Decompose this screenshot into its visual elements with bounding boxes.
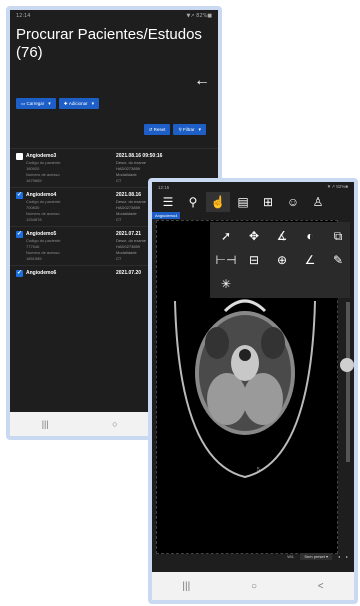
recents-icon[interactable]: ||| bbox=[182, 581, 190, 592]
android-navbar: ||| ○ < bbox=[152, 572, 354, 600]
status-time: 12:14 bbox=[16, 13, 31, 19]
angle-tool-icon[interactable]: ∡ bbox=[269, 225, 295, 247]
anatomy-icon[interactable]: ☺ bbox=[281, 192, 305, 212]
chevron-down-icon: ▾ bbox=[48, 100, 51, 107]
series-icon[interactable]: ▤ bbox=[231, 192, 255, 212]
contrast-icon[interactable]: ◐ bbox=[297, 225, 323, 247]
home-icon[interactable]: ○ bbox=[251, 581, 257, 592]
scale-marker: 5 bbox=[257, 467, 260, 473]
line-tool-icon[interactable]: ∠ bbox=[297, 249, 323, 271]
viewer-screen: 12:15 ▼↗ 82%■ ☰ ⚲ ☝ ▤ ⊞ ☺ ♙ 5 Angiodemo4… bbox=[152, 182, 354, 600]
pointer-hand-icon[interactable]: ☝ bbox=[206, 192, 230, 212]
scout-icon[interactable]: ⧉ bbox=[325, 225, 351, 247]
chevron-down-icon: ▾ bbox=[91, 100, 95, 107]
row-checkbox[interactable]: ✓ bbox=[16, 230, 23, 238]
action-buttons: ▭ Carregar ▾ ✚ Adicionar ▾ bbox=[10, 98, 105, 109]
ct-brain-scan-image bbox=[174, 299, 316, 479]
reset-button[interactable]: ↺ Reset bbox=[143, 124, 171, 135]
preset-label: W/L bbox=[287, 553, 295, 559]
home-icon[interactable]: ○ bbox=[112, 419, 117, 429]
filter-buttons: ↺ Reset ⚲ Filtrar ▾ bbox=[138, 124, 212, 135]
patient-name: Angiodemo4 bbox=[26, 192, 57, 198]
add-button[interactable]: ✚ Adicionar ▾ bbox=[58, 98, 100, 109]
load-button[interactable]: ▭ Carregar ▾ bbox=[16, 98, 56, 109]
tool-panel: ➚ ✥ ∡ ◐ ⧉ ⊢⊣ ⊟ ⊕ ∠ ✎ ✳ bbox=[210, 222, 350, 298]
mpr-icon[interactable]: ⊟ bbox=[241, 249, 267, 271]
reset-tools-icon[interactable]: ✳ bbox=[213, 273, 239, 295]
filter-button[interactable]: ⚲ Filtrar ▾ bbox=[173, 124, 206, 135]
layout-grid-icon[interactable]: ⊞ bbox=[256, 192, 280, 212]
status-icons: ▼↗ 82%■ bbox=[326, 184, 348, 189]
viewer-toolbar: ☰ ⚲ ☝ ▤ ⊞ ☺ ♙ bbox=[152, 192, 354, 212]
row-checkbox[interactable]: ✓ bbox=[16, 269, 23, 277]
dropper-icon[interactable]: ✎ bbox=[325, 249, 351, 271]
study-date: 2021.08.16 09:50:16 bbox=[116, 153, 163, 159]
recents-icon[interactable]: ||| bbox=[42, 419, 49, 429]
back-icon[interactable]: < bbox=[318, 581, 324, 592]
row-checkbox[interactable] bbox=[16, 152, 23, 160]
row-checkbox[interactable]: ✓ bbox=[16, 191, 23, 199]
prev-icon[interactable]: ◂ bbox=[338, 554, 340, 559]
status-bar: 12:14 ▼↗ 82%■ bbox=[10, 10, 218, 22]
zoom-icon[interactable]: ⚲ bbox=[181, 192, 205, 212]
patient-name: Angiodemo5 bbox=[26, 231, 57, 237]
status-icons: ▼↗ 82%■ bbox=[186, 13, 212, 19]
chevron-down-icon: ▾ bbox=[198, 126, 201, 133]
patient-name: Angiodemo6 bbox=[26, 270, 57, 276]
length-measure-icon[interactable]: ⊢⊣ bbox=[213, 249, 239, 271]
page-title: Procurar Pacientes/Estudos (76) bbox=[16, 26, 202, 61]
next-icon[interactable]: ▸ bbox=[346, 554, 348, 559]
status-bar: 12:15 ▼↗ 82%■ bbox=[152, 182, 354, 192]
preset-select[interactable]: Sem preset ▾ bbox=[300, 552, 332, 560]
slice-slider-track[interactable] bbox=[346, 302, 350, 462]
chevron-down-icon: ▾ bbox=[325, 553, 328, 559]
crosshair-icon[interactable]: ⊕ bbox=[269, 249, 295, 271]
viewer-screenshot: 12:15 ▼↗ 82%■ ☰ ⚲ ☝ ▤ ⊞ ☺ ♙ 5 Angiodemo4… bbox=[148, 178, 358, 604]
back-arrow-icon[interactable]: ← bbox=[194, 72, 210, 90]
patient-name: Angiodemo3 bbox=[26, 153, 57, 159]
status-time: 12:15 bbox=[158, 184, 170, 190]
menu-icon[interactable]: ☰ bbox=[156, 192, 180, 212]
series-tab[interactable]: Angiodemo4 bbox=[152, 212, 181, 219]
window-preset-bar: W/L Sem preset ▾ ◂ ▸ bbox=[152, 550, 354, 562]
select-arrow-icon[interactable]: ➚ bbox=[213, 225, 239, 247]
pan-icon[interactable]: ✥ bbox=[241, 225, 267, 247]
patient-icon[interactable]: ♙ bbox=[306, 192, 330, 212]
slice-slider-knob[interactable] bbox=[340, 358, 354, 372]
